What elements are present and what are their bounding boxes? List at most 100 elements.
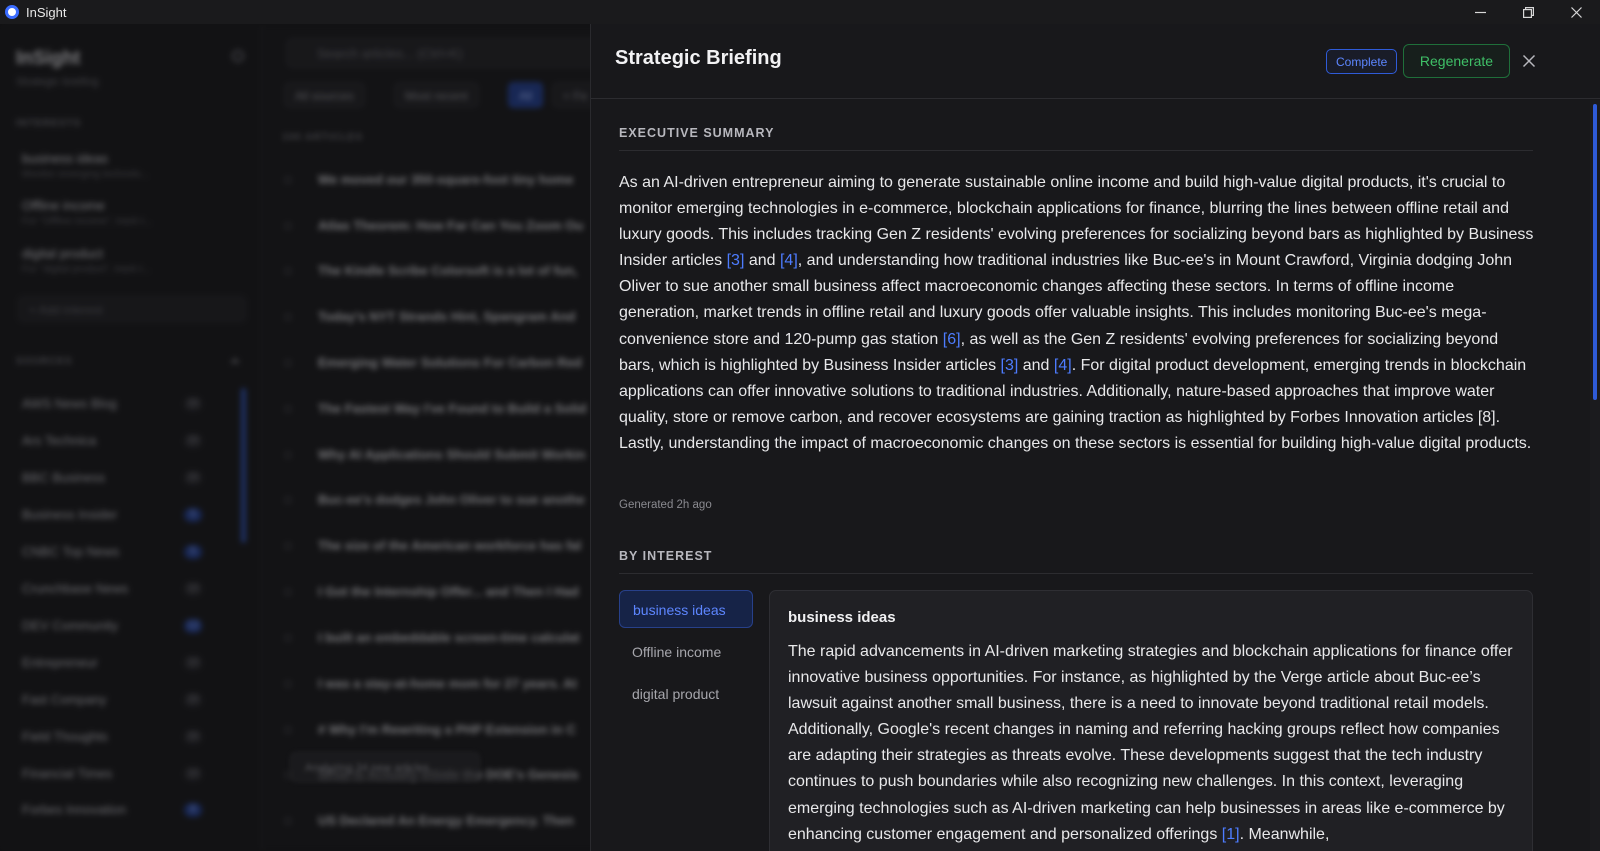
- list-item[interactable]: We moved our 350-square-foot tiny home: [284, 172, 602, 187]
- briefing-header: Strategic Briefing Complete Regenerate: [591, 24, 1600, 99]
- divider: [619, 573, 1533, 574]
- interest-name: Offline income: [22, 198, 105, 213]
- list-item[interactable]: The Fastest Way I've Found to Build a So…: [284, 401, 602, 416]
- citation-link[interactable]: [4]: [780, 252, 798, 269]
- unread-dot: [284, 633, 292, 642]
- interest-desc: For "Offline income", track t...: [22, 216, 152, 227]
- sidebar-scrollbar[interactable]: [241, 388, 246, 543]
- list-item[interactable]: Why AI Applications Should Submit Workin: [284, 447, 602, 462]
- sidebar-brand: InSight: [16, 48, 81, 69]
- source-count: 8: [184, 802, 202, 817]
- sidebar-source[interactable]: CNBC Top News 5: [22, 544, 202, 559]
- source-name: CNBC Top News: [22, 544, 120, 559]
- filter-all[interactable]: All: [508, 82, 544, 108]
- article-title: I Got the Internship Offer... and Then I…: [318, 584, 579, 599]
- filter-sources[interactable]: All sources: [284, 82, 365, 108]
- source-name: AWS News Blog: [22, 396, 117, 411]
- article-title: I was a stay-at-home mom for 27 years. A…: [318, 676, 577, 691]
- source-count: 20: [184, 433, 202, 448]
- article-title: Emerging Water Solutions For Carbon Red: [318, 355, 582, 370]
- regenerate-button[interactable]: Regenerate: [1403, 44, 1510, 78]
- window-controls: [1456, 0, 1600, 24]
- sidebar-source[interactable]: Ars Technica 20: [22, 433, 202, 448]
- executive-summary-label: EXECUTIVE SUMMARY: [619, 126, 775, 140]
- list-item[interactable]: I was a stay-at-home mom for 27 years. A…: [284, 676, 602, 691]
- article-title: The Kindle Scribe Colorsoft is a lot of …: [318, 263, 578, 278]
- page-title: Strategic Briefing: [615, 47, 782, 69]
- scrollbar-thumb[interactable]: [1593, 104, 1597, 400]
- source-name: BBC Business: [22, 470, 106, 485]
- citation-link[interactable]: [1]: [1222, 826, 1240, 843]
- filter-sort[interactable]: Most recent: [394, 82, 479, 108]
- unread-dot: [284, 816, 292, 825]
- list-item[interactable]: The Kindle Scribe Colorsoft is a lot of …: [284, 263, 602, 278]
- list-item[interactable]: Today's NYT Strands Hint, Spangram And: [284, 309, 602, 324]
- close-panel-button[interactable]: [1522, 54, 1536, 68]
- interest-text: The rapid advancements in AI-driven mark…: [788, 643, 1513, 843]
- analyzing-toast: Analyzing 34 new articles...: [290, 752, 480, 782]
- unread-dot: [284, 266, 292, 275]
- sidebar-interest-offline-income[interactable]: Offline income For "Offline income", tra…: [22, 198, 242, 227]
- list-item[interactable]: Emerging Water Solutions For Carbon Red: [284, 355, 602, 370]
- sidebar-source[interactable]: Forbes Innovation 8: [22, 802, 202, 817]
- tab-business-ideas[interactable]: business ideas: [619, 590, 753, 628]
- list-item[interactable]: I built an embeddable screen-time calcul…: [284, 630, 602, 645]
- source-name: Crunchbase News: [22, 581, 129, 596]
- minimize-icon: [1474, 11, 1486, 13]
- sidebar-source[interactable]: Fast Company 20: [22, 692, 202, 707]
- list-item[interactable]: I Got the Internship Offer... and Then I…: [284, 584, 602, 599]
- sidebar-source[interactable]: Business Insider 5: [22, 507, 202, 522]
- sidebar-source[interactable]: BBC Business 20: [22, 470, 202, 485]
- citation-link[interactable]: [3]: [1001, 357, 1019, 374]
- add-interest-input[interactable]: + Add interest: [18, 296, 246, 322]
- source-count: 5: [184, 544, 202, 559]
- unread-dot: [284, 404, 292, 413]
- citation-link[interactable]: [6]: [943, 331, 961, 348]
- search-input[interactable]: Search articles... (Ctrl+K): [286, 38, 606, 68]
- status-badge: Complete: [1326, 49, 1398, 74]
- interests-label: INTERESTS: [16, 118, 82, 129]
- sidebar-interest-digital-product[interactable]: digital product For "digital product", t…: [22, 246, 242, 275]
- list-item[interactable]: US Declared An Energy Emergency. Then: [284, 813, 602, 828]
- tab-digital-product[interactable]: digital product: [619, 675, 753, 713]
- sidebar-source[interactable]: Crunchbase News 10: [22, 581, 202, 596]
- citation-link[interactable]: [4]: [1054, 357, 1072, 374]
- minimize-button[interactable]: [1456, 0, 1504, 24]
- tab-offline-income[interactable]: Offline income: [619, 633, 753, 671]
- article-title: We moved our 350-square-foot tiny home: [318, 172, 574, 187]
- unread-dot: [284, 358, 292, 367]
- sidebar-interest-business-ideas[interactable]: business ideas Monitor emerging technolo…: [22, 151, 242, 180]
- window-close-button[interactable]: [1552, 0, 1600, 24]
- restore-button[interactable]: [1504, 0, 1552, 24]
- list-item[interactable]: The size of the American workforce has f…: [284, 538, 602, 553]
- sidebar-source[interactable]: Field Thoughts 20: [22, 729, 202, 744]
- chevron-up-icon[interactable]: [230, 358, 240, 363]
- interest-name: digital product: [22, 246, 103, 261]
- interest-desc: Monitor emerging technolo...: [22, 169, 149, 180]
- sidebar-source[interactable]: Entrepreneur 10: [22, 655, 202, 670]
- source-name: Entrepreneur: [22, 655, 98, 670]
- briefing-scrollbar[interactable]: [1590, 100, 1600, 851]
- list-item[interactable]: Buc-ee's dodges John Oliver to sue anoth…: [284, 492, 602, 507]
- sources-label: SOURCES: [16, 356, 73, 367]
- list-item[interactable]: Atlas Theorem: How Far Can You Zoom Ou: [284, 218, 602, 233]
- summary-text: and: [744, 252, 780, 270]
- unread-dot: [284, 587, 292, 596]
- sidebar-source[interactable]: Financial Times 10: [22, 766, 202, 781]
- sidebar-source[interactable]: DEV Community 12: [22, 618, 202, 633]
- gear-icon[interactable]: [232, 50, 244, 62]
- unread-dot: [284, 312, 292, 321]
- citation-link[interactable]: [3]: [727, 252, 745, 269]
- window-titlebar: InSight: [0, 0, 1600, 24]
- interest-text: . Meanwhile,: [1239, 825, 1330, 843]
- by-interest-label: BY INTEREST: [619, 549, 713, 563]
- sidebar-source[interactable]: AWS News Blog 20: [22, 396, 202, 411]
- source-name: Ars Technica: [22, 433, 97, 448]
- close-icon: [1522, 54, 1536, 68]
- source-name: Field Thoughts: [22, 729, 108, 744]
- article-title: I built an embeddable screen-time calcul…: [318, 630, 580, 645]
- list-item[interactable]: # Why I'm Rewriting a PHP Extension in C: [284, 722, 602, 737]
- article-title: Why AI Applications Should Submit Workin: [318, 447, 586, 462]
- source-name: Business Insider: [22, 507, 118, 522]
- interest-tabs: business ideas Offline income digital pr…: [619, 590, 753, 718]
